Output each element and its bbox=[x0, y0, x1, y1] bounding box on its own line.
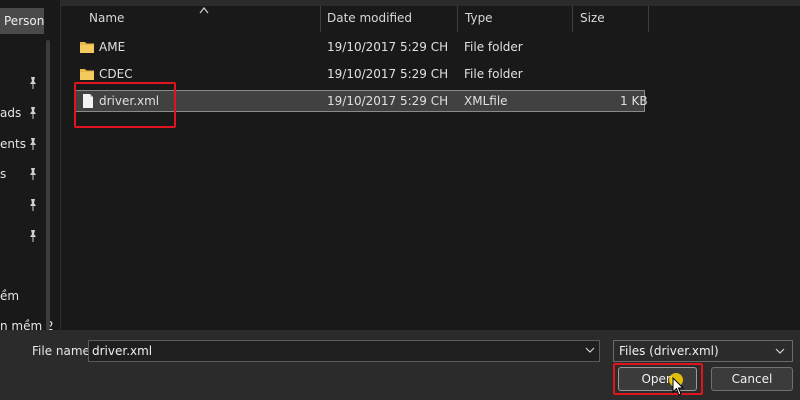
file-row-cdec[interactable]: CDEC 19/10/2017 5:29 CH File folder bbox=[75, 64, 645, 86]
file-size: 1 KB bbox=[620, 94, 648, 108]
open-button[interactable]: Open bbox=[618, 367, 697, 391]
file-name-label: File name: bbox=[32, 344, 94, 358]
column-separator[interactable] bbox=[648, 6, 649, 32]
file-list: Name Date modified Type Size AME 19/10/2… bbox=[61, 0, 800, 330]
nav-item-label: ads bbox=[0, 106, 22, 120]
file-date: 19/10/2017 5:29 CH bbox=[327, 67, 449, 81]
nav-item-documents[interactable]: ents bbox=[0, 134, 44, 154]
file-date: 19/10/2017 5:29 CH bbox=[327, 40, 449, 54]
nav-item-extra-1[interactable]: ềm bbox=[0, 289, 19, 303]
mouse-pointer-icon bbox=[672, 377, 684, 396]
pin-icon bbox=[30, 107, 36, 119]
cancel-button[interactable]: Cancel bbox=[711, 367, 793, 391]
column-header: Name Date modified Type Size bbox=[61, 6, 800, 32]
file-icon bbox=[83, 94, 93, 108]
pin-icon bbox=[30, 230, 36, 242]
nav-item-label: ents bbox=[0, 137, 26, 151]
nav-item-label: s bbox=[0, 167, 7, 181]
file-name-input[interactable] bbox=[88, 340, 600, 362]
file-type: XMLfile bbox=[464, 94, 508, 108]
pin-icon bbox=[30, 168, 36, 180]
file-row-driver-xml[interactable]: driver.xml 19/10/2017 5:29 CH XMLfile 1 … bbox=[75, 90, 648, 112]
pin-icon bbox=[30, 199, 36, 211]
nav-item-5[interactable] bbox=[0, 195, 44, 215]
navigation-pane: Persona ads ents s ềm n mềm 2 bbox=[0, 0, 60, 330]
nav-item-pictures[interactable]: s bbox=[0, 164, 44, 184]
nav-item-personal[interactable]: Persona bbox=[0, 8, 44, 34]
column-type[interactable]: Type bbox=[457, 6, 572, 32]
chevron-down-icon bbox=[775, 348, 785, 354]
sort-arrow-icon bbox=[199, 7, 209, 14]
column-date-modified[interactable]: Date modified bbox=[319, 6, 457, 32]
chevron-down-icon[interactable] bbox=[584, 344, 596, 356]
pin-icon bbox=[30, 77, 36, 89]
nav-scrollbar[interactable] bbox=[46, 40, 50, 330]
nav-item-6[interactable] bbox=[0, 226, 44, 246]
folder-icon bbox=[80, 42, 94, 53]
file-type-select[interactable]: Files (driver.xml) bbox=[613, 340, 793, 362]
nav-item-1[interactable] bbox=[0, 73, 44, 93]
file-type: File folder bbox=[464, 40, 523, 54]
file-name: CDEC bbox=[99, 67, 133, 81]
file-type: File folder bbox=[464, 67, 523, 81]
nav-item-downloads[interactable]: ads bbox=[0, 103, 44, 123]
folder-icon bbox=[80, 69, 94, 80]
file-name: AME bbox=[99, 40, 126, 54]
file-type-value: Files (driver.xml) bbox=[619, 344, 719, 358]
file-name: driver.xml bbox=[99, 94, 160, 108]
file-date: 19/10/2017 5:29 CH bbox=[327, 94, 449, 108]
pin-icon bbox=[30, 138, 36, 150]
column-size[interactable]: Size bbox=[572, 6, 648, 32]
file-row-ame[interactable]: AME 19/10/2017 5:29 CH File folder bbox=[75, 37, 645, 59]
